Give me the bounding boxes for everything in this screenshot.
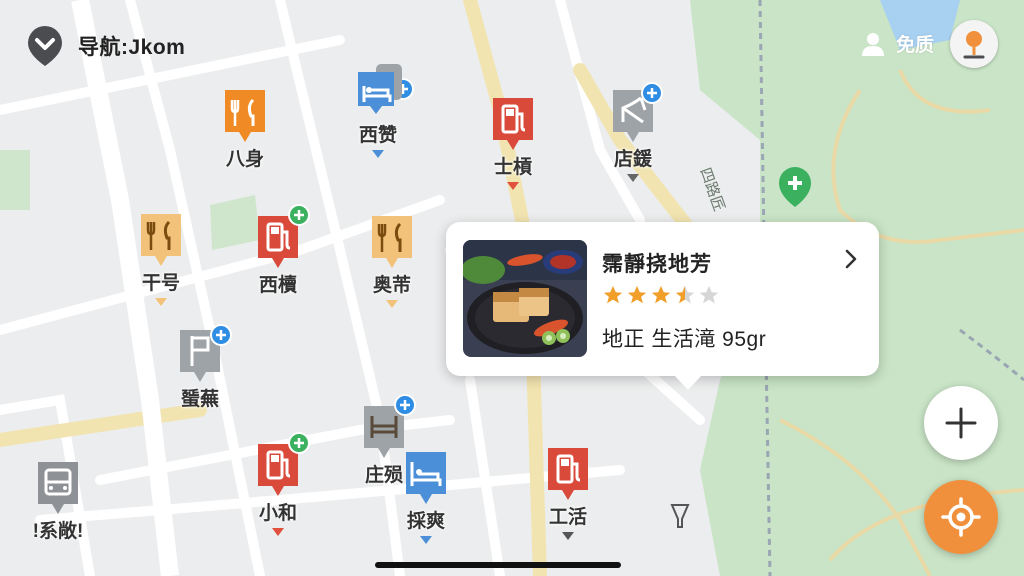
- add-badge-icon: [288, 204, 310, 226]
- restaurant-icon: [225, 90, 265, 142]
- location-pin-icon[interactable]: [26, 24, 64, 68]
- poi-marker[interactable]: !系敞!: [28, 458, 88, 543]
- poi-label: 西櫝: [258, 275, 297, 296]
- poi-label: 士槓: [493, 157, 532, 178]
- place-meta: 地正 生活滝 95gr: [602, 328, 767, 351]
- poi-pointer: [627, 174, 639, 182]
- poi-marker[interactable]: 西櫝: [248, 204, 310, 297]
- star-half-icon: [675, 285, 695, 304]
- poi-pointer: [507, 182, 519, 190]
- poi-label: 小和: [258, 503, 297, 524]
- rating-stars: [602, 284, 720, 306]
- poi-pointer: [562, 532, 574, 540]
- poi-label: 採爽: [406, 511, 445, 532]
- zoom-in-button[interactable]: [924, 386, 998, 460]
- add-badge-icon: [641, 82, 663, 104]
- place-card[interactable]: 霈靜挠地芳 地正 生活滝 95gr: [446, 222, 879, 390]
- star-full-icon: [651, 285, 671, 304]
- user-icon: [861, 32, 884, 56]
- header-left: 导航:Jkom: [26, 24, 185, 68]
- poi-label: 店鍰: [613, 149, 652, 170]
- bus-icon: [38, 462, 78, 514]
- gas-station-icon: [548, 448, 588, 500]
- locate-icon: [941, 497, 981, 537]
- poi-label: !系敞!: [32, 521, 84, 542]
- gas-station-icon: [493, 98, 533, 150]
- chevron-right-icon[interactable]: [843, 248, 859, 270]
- poi-pointer: [386, 300, 398, 308]
- poi-marker[interactable]: 西赞: [348, 62, 414, 158]
- poi-marker[interactable]: 蜑蕪: [170, 324, 232, 411]
- poi-pointer: [372, 150, 384, 158]
- food-photo: [463, 240, 587, 357]
- user-entry[interactable]: 免质: [860, 30, 934, 57]
- poi-pointer: [272, 528, 284, 536]
- place-name: 霈靜挠地芳: [602, 253, 712, 276]
- poi-label: 西赞: [358, 125, 397, 146]
- poi-marker[interactable]: 奥芾: [362, 212, 422, 308]
- poi-label: 八身: [225, 149, 264, 170]
- poi-marker[interactable]: 八身: [215, 86, 275, 171]
- star-full-icon: [603, 285, 623, 304]
- plus-icon: [945, 407, 977, 439]
- user-label: 免质: [895, 35, 934, 56]
- page-title: 导航:Jkom: [78, 36, 186, 59]
- poi-marker[interactable]: 採爽: [396, 448, 456, 544]
- avatar[interactable]: [950, 20, 998, 68]
- poi-marker[interactable]: 干号: [131, 210, 191, 306]
- restaurant-icon: [372, 216, 412, 268]
- poi-marker[interactable]: 工活: [538, 444, 598, 540]
- add-badge-icon: [210, 324, 232, 346]
- poi-label: 蜑蕪: [180, 389, 219, 410]
- poi-marker[interactable]: 士槓: [483, 94, 543, 190]
- poi-label: 干号: [141, 273, 180, 294]
- home-indicator[interactable]: [375, 562, 621, 568]
- star-full-icon: [627, 285, 647, 304]
- poi-pointer: [155, 298, 167, 306]
- person-pin-icon: [963, 31, 985, 59]
- locate-button[interactable]: [924, 480, 998, 554]
- poi-label: 奥芾: [372, 275, 411, 296]
- hotel-icon: [358, 64, 402, 114]
- restaurant-icon: [141, 214, 181, 266]
- add-badge-icon: [394, 394, 416, 416]
- poi-pointer: [420, 536, 432, 544]
- add-badge-icon: [288, 432, 310, 454]
- poi-marker[interactable]: 店鍰: [603, 82, 663, 182]
- poi-marker[interactable]: 小和: [248, 432, 310, 536]
- hotel-icon: [406, 452, 446, 504]
- poi-label: 工活: [548, 507, 587, 528]
- star-empty-icon: [699, 285, 719, 304]
